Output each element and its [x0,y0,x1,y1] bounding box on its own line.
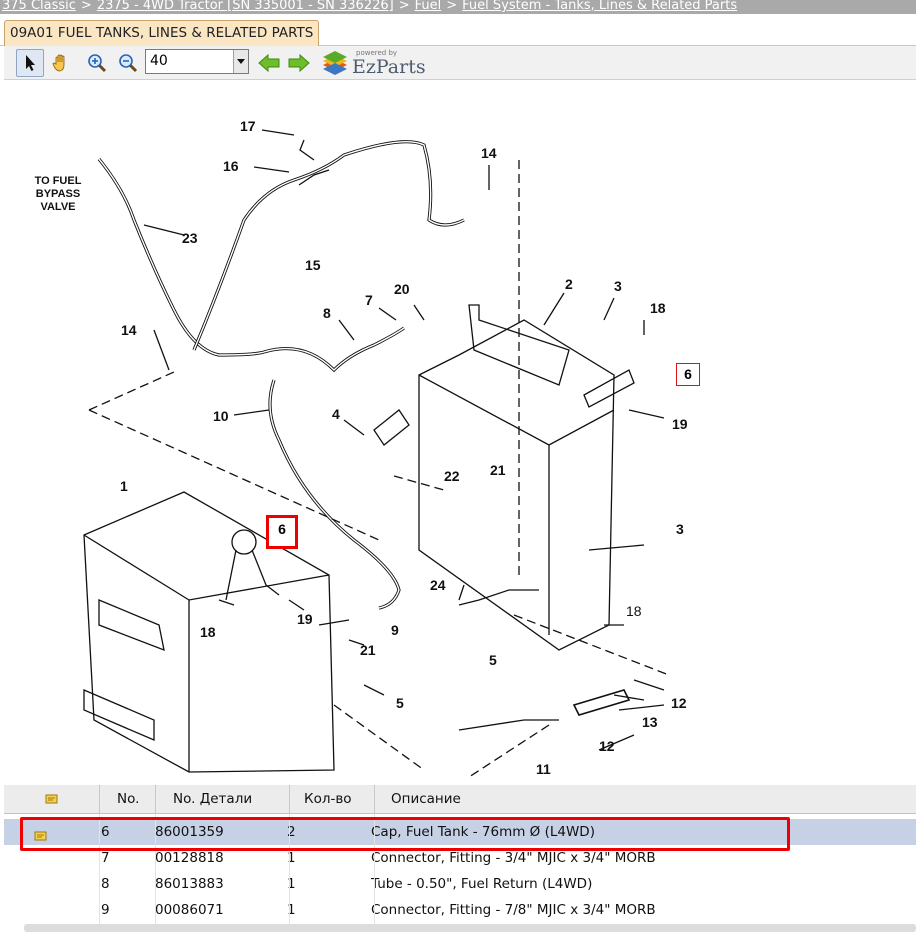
zoom-out-icon [119,54,138,73]
table-row[interactable]: 8 86013883 1 Tube - 0.50", Fuel Return (… [4,871,916,897]
parts-table: No. No. Детали Кол-во Описание 6 8600135… [4,785,916,932]
breadcrumb-link-fuel[interactable]: Fuel [415,0,442,13]
zoom-select[interactable]: 40 [145,49,249,74]
dropdown-arrow-icon [237,58,245,64]
next-page-button[interactable] [285,49,313,77]
notes-column-header[interactable] [4,785,99,814]
breadcrumb-link-fuel-system[interactable]: Fuel System - Tanks, Lines & Related Par… [462,0,737,13]
column-header-no[interactable]: No. [99,785,155,814]
table-row[interactable]: 9 00086071 1 Connector, Fitting - 7/8" M… [4,897,916,923]
diagram-label: 3 [676,521,684,537]
notes-icon [45,794,57,804]
diagram-label: 22 [444,468,460,484]
cell-no: 9 [101,902,110,918]
diagram-label: 12 [599,738,615,754]
tab-strip: 09A01 FUEL TANKS, LINES & RELATED PARTS [0,14,916,46]
zoom-in-button[interactable] [83,49,111,77]
column-header-quantity[interactable]: Кол-во [289,785,374,814]
diagram-label: 9 [391,622,399,638]
diagram-label: 16 [223,158,239,174]
breadcrumb-separator: > [446,0,458,13]
diagram-label: 18 [626,603,642,619]
horizontal-scrollbar[interactable] [24,924,916,932]
ezparts-logo-icon [323,51,347,75]
cell-part-number: 86013883 [155,876,224,892]
part-callout-6-highlighted[interactable]: 6 [266,515,298,549]
diagram-label: 4 [332,406,340,422]
diagram-label: 2 [565,276,573,292]
diagram-label: 19 [672,416,688,432]
diagram-label: 14 [121,322,137,338]
cell-description: Connector, Fitting - 7/8" MJIC x 3/4" MO… [371,902,656,918]
pan-tool-button[interactable] [47,49,75,77]
column-header-description[interactable]: Описание [374,785,916,814]
diagram-label: 12 [671,695,687,711]
diagram-label: 18 [650,300,666,316]
diagram-label: 19 [297,611,313,627]
diagram-label: 8 [323,305,331,321]
diagram-label: 5 [489,652,497,668]
diagram-label: 5 [396,695,404,711]
diagram-label: 20 [394,281,410,297]
diagram-label: 10 [213,408,229,424]
column-header-part-number[interactable]: No. Детали [155,785,289,814]
diagram-linework [83,129,670,777]
viewer-toolbar: 40 powered by EzParts [4,46,916,80]
logo-name: EzParts [352,56,426,78]
breadcrumb-separator: > [80,0,92,13]
back-arrow-icon [258,54,280,72]
tab-fuel-tanks[interactable]: 09A01 FUEL TANKS, LINES & RELATED PARTS [4,20,320,46]
ezparts-logo: powered by EzParts [320,47,430,79]
diagram-label: 18 [200,624,216,640]
cell-part-number: 00086071 [155,902,224,918]
forward-arrow-icon [288,54,310,72]
diagram-note: TO FUEL BYPASS VALVE [34,175,82,213]
diagram-label: 17 [240,118,256,134]
diagram-label: 14 [481,145,497,161]
breadcrumb-separator: > [398,0,410,13]
cell-no: 8 [101,876,110,892]
breadcrumb-link-model[interactable]: 375 Classic [2,0,76,13]
diagram-label: 23 [182,230,198,246]
diagram-label: 3 [614,278,622,294]
pointer-icon [26,55,35,71]
parts-diagram[interactable]: TO FUEL BYPASS VALVE 17 16 14 23 15 14 2… [4,80,916,777]
diagram-label: 11 [536,761,551,777]
previous-page-button[interactable] [255,49,283,77]
table-header: No. No. Детали Кол-во Описание [4,785,916,814]
diagram-label: 1 [120,478,128,494]
diagram-label: 21 [490,462,506,478]
diagram-label: 24 [430,577,446,593]
cell-description: Tube - 0.50", Fuel Return (L4WD) [371,876,593,892]
breadcrumb-link-machine[interactable]: 2375 - 4WD Tractor [SN 335001 - SN 33622… [97,0,394,13]
selection-highlight-box [20,817,790,851]
hand-icon [52,54,65,72]
zoom-value: 40 [150,53,168,69]
part-callout-6[interactable]: 6 [676,363,700,386]
zoom-dropdown-button[interactable] [233,50,248,73]
pointer-tool-button[interactable] [16,49,44,77]
zoom-out-button[interactable] [114,49,142,77]
diagram-label: 7 [365,292,373,308]
diagram-label: 13 [642,714,658,730]
breadcrumb: 375 Classic >2375 - 4WD Tractor [SN 33500… [0,0,916,14]
diagram-label: 15 [305,257,321,273]
zoom-in-icon [88,54,107,73]
diagram-label: 21 [360,642,376,658]
